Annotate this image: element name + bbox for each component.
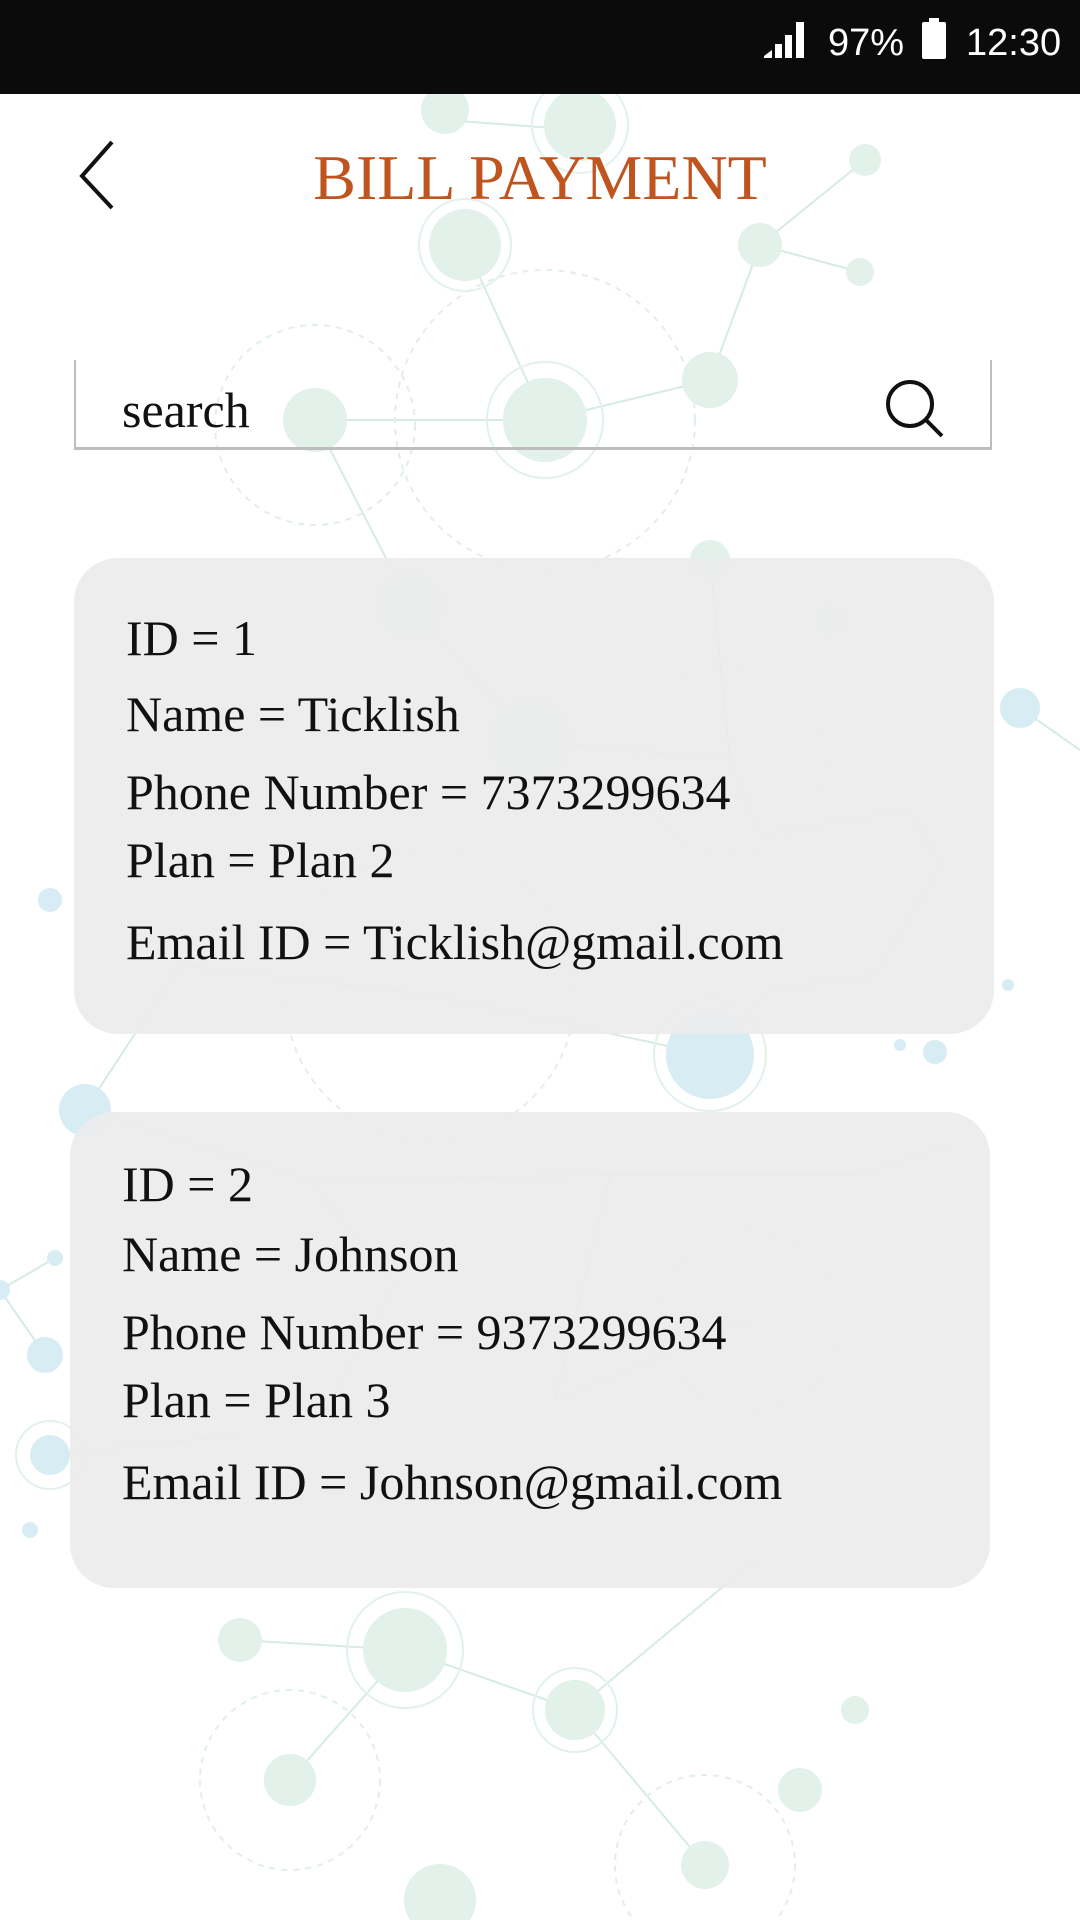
signal-icon — [764, 22, 804, 58]
search-icon[interactable] — [884, 378, 946, 440]
customer-plan: Plan = Plan 3 — [122, 1372, 391, 1428]
search-bar — [74, 360, 992, 450]
customer-plan: Plan = Plan 2 — [126, 832, 395, 888]
customer-email: Email ID = Johnson@gmail.com — [122, 1454, 783, 1510]
customer-id: ID = 1 — [126, 610, 257, 666]
customer-card[interactable]: ID = 1 Name = Ticklish Phone Number = 73… — [74, 558, 994, 1034]
customer-email: Email ID = Ticklish@gmail.com — [126, 914, 784, 970]
status-time: 12:30 — [966, 22, 1062, 64]
customer-name: Name = Johnson — [122, 1226, 459, 1282]
customer-card[interactable]: ID = 2 Name = Johnson Phone Number = 937… — [70, 1112, 990, 1588]
battery-percent: 97% — [828, 22, 905, 64]
search-input[interactable] — [122, 380, 882, 440]
customer-id: ID = 2 — [122, 1156, 253, 1212]
customer-name: Name = Ticklish — [126, 686, 460, 742]
customer-phone: Phone Number = 7373299634 — [126, 764, 731, 820]
page-title: BILL PAYMENT — [313, 142, 767, 213]
customer-phone: Phone Number = 9373299634 — [122, 1304, 727, 1360]
header: BILL PAYMENT — [0, 94, 1080, 254]
battery-icon — [922, 18, 946, 59]
status-bar: 97% 12:30 — [0, 0, 1080, 94]
